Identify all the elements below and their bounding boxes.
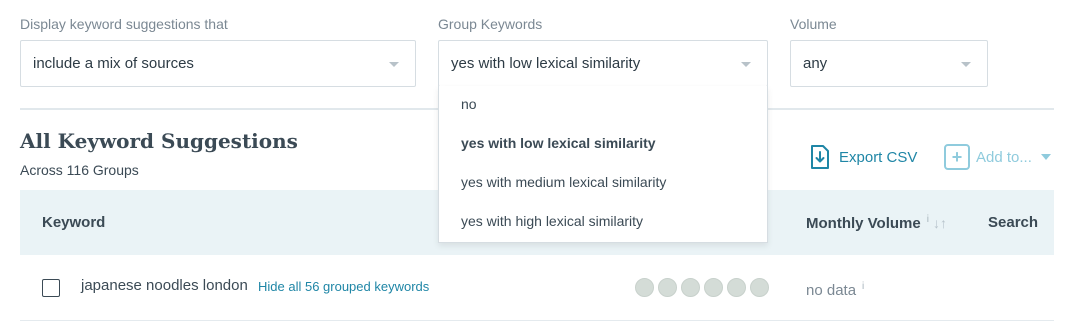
dot: [704, 278, 723, 297]
volume-select-value: any: [803, 55, 828, 72]
dropdown-option-no[interactable]: no: [461, 96, 477, 112]
row-checkbox[interactable]: [42, 279, 60, 297]
group-dropdown-menu: no yes with low lexical similarity yes w…: [438, 86, 768, 243]
chevron-down-icon: [961, 62, 971, 67]
add-to-button[interactable]: + Add to...: [944, 144, 1051, 170]
column-keyword[interactable]: Keyword: [42, 214, 105, 231]
source-select-value: include a mix of sources: [33, 55, 194, 72]
section-title: All Keyword Suggestions: [20, 129, 298, 153]
dropdown-option-medium[interactable]: yes with medium lexical similarity: [461, 174, 666, 190]
difficulty-dots: [635, 278, 769, 297]
dropdown-option-low[interactable]: yes with low lexical similarity: [461, 135, 656, 151]
sort-icon[interactable]: ↓↑: [933, 215, 947, 231]
table-row: japanese noodles london Hide all 56 grou…: [20, 255, 1054, 321]
volume-select[interactable]: any: [790, 40, 988, 87]
plus-icon: +: [944, 144, 970, 170]
volume-value: no data i: [806, 281, 864, 299]
export-csv-label: Export CSV: [839, 148, 918, 166]
volume-filter-label: Volume: [790, 16, 837, 32]
dot: [681, 278, 700, 297]
dot: [727, 278, 746, 297]
keyword-text: japanese noodles london: [81, 277, 248, 294]
volume-value-text: no data: [806, 282, 857, 299]
dot: [658, 278, 677, 297]
chevron-down-icon: [1040, 154, 1051, 160]
section-subtitle: Across 116 Groups: [20, 162, 139, 178]
chevron-down-icon: [389, 62, 399, 67]
source-select[interactable]: include a mix of sources: [20, 40, 416, 87]
group-select-value: yes with low lexical similarity: [451, 55, 641, 72]
chevron-down-icon: [741, 62, 751, 67]
download-file-icon: [811, 145, 829, 169]
source-filter-label: Display keyword suggestions that: [20, 16, 228, 32]
info-icon[interactable]: i: [927, 214, 929, 225]
group-filter-label: Group Keywords: [438, 16, 543, 32]
dot: [635, 278, 654, 297]
dropdown-option-high[interactable]: yes with high lexical similarity: [461, 213, 643, 229]
column-monthly-volume-label: Monthly Volume: [806, 215, 921, 232]
export-csv-button[interactable]: Export CSV: [810, 144, 917, 170]
group-select[interactable]: yes with low lexical similarity: [438, 40, 768, 87]
add-to-label: Add to...: [976, 148, 1032, 166]
column-monthly-volume[interactable]: Monthly Volume i ↓↑: [806, 214, 947, 232]
dot: [750, 278, 769, 297]
info-icon[interactable]: i: [862, 281, 864, 292]
hide-grouped-keywords-link[interactable]: Hide all 56 grouped keywords: [258, 279, 429, 294]
column-search[interactable]: Search: [988, 214, 1038, 231]
